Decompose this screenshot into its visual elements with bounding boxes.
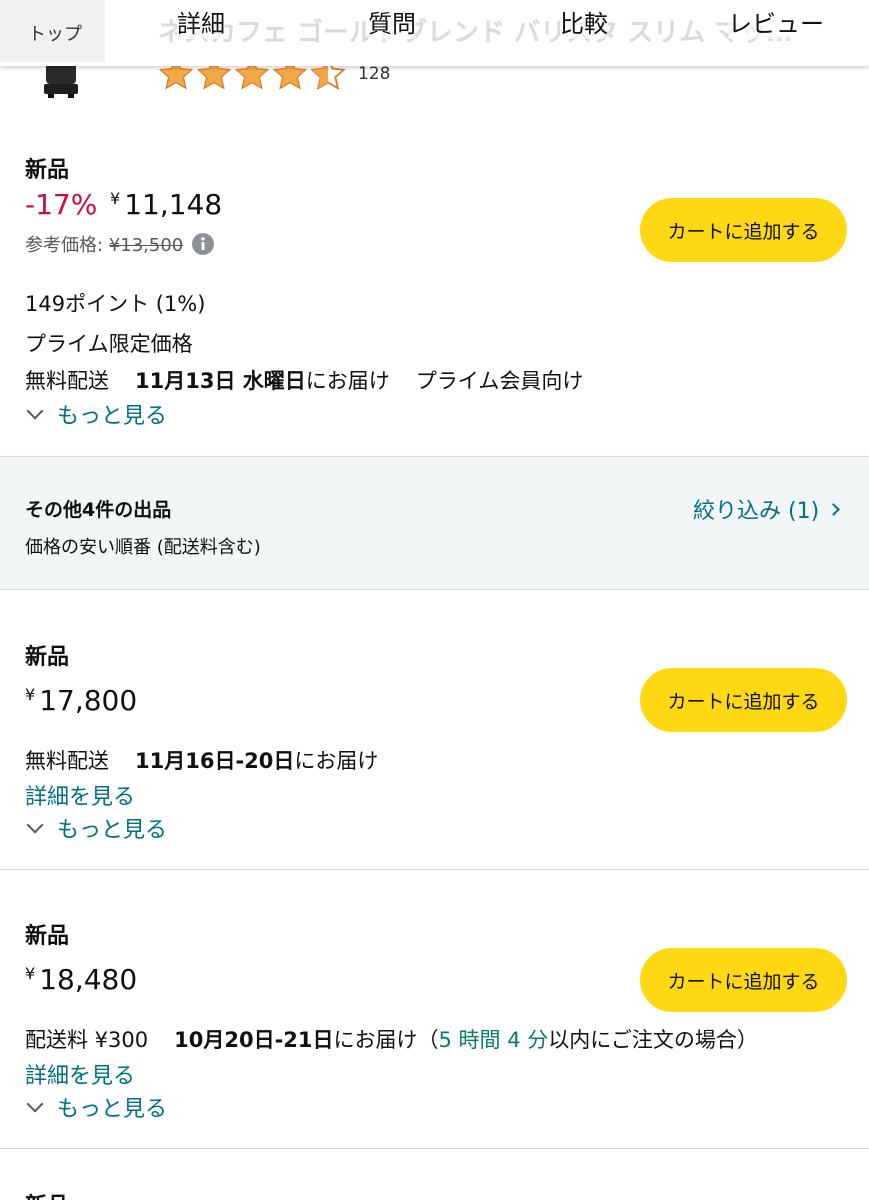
back-to-top-button[interactable]: トップ: [0, 0, 105, 62]
chevron-down-icon: [26, 402, 44, 420]
countdown-suffix: 以内にご注文の場合）: [548, 1028, 758, 1052]
info-icon[interactable]: [191, 232, 215, 256]
prime-price-text: プライム限定価格: [25, 332, 193, 356]
delivery-info: 無料配送 11月16日-20日にお届け: [25, 745, 378, 775]
delivery-suffix: にお届け: [294, 749, 379, 773]
back-to-top-label: トップ: [28, 24, 82, 45]
price: ¥17,800: [25, 684, 137, 717]
reference-price: 参考価格: ¥13,500: [25, 231, 215, 258]
price-value: 17,800: [39, 684, 138, 717]
price-value: 18,480: [39, 963, 138, 996]
sort-description: 価格の安い順番 (配送料含む): [25, 537, 261, 558]
delivery-date: 11月16日-20日: [135, 749, 295, 773]
shipping-text: 無料配送: [25, 749, 109, 773]
chevron-down-icon: [26, 1095, 44, 1113]
add-to-cart-button[interactable]: カートに追加する: [640, 668, 847, 732]
order-countdown: 5 時間 4 分: [438, 1028, 549, 1052]
tab-details[interactable]: 詳細: [177, 4, 225, 39]
show-more-link[interactable]: もっと見る: [25, 398, 167, 430]
divider: [0, 869, 869, 870]
chevron-down-icon: [26, 816, 44, 834]
currency-symbol: ¥: [25, 685, 36, 704]
add-to-cart-button[interactable]: カートに追加する: [640, 948, 847, 1012]
show-more-label: もっと見る: [57, 404, 168, 429]
tab-questions[interactable]: 質問: [368, 4, 416, 39]
show-more-label: もっと見る: [57, 1097, 168, 1122]
shipping-text: 配送料 ¥300: [25, 1028, 149, 1052]
other-sellers-header: その他4件の出品 価格の安い順番 (配送料含む) 絞り込み (1): [0, 456, 869, 590]
delivery-info: 無料配送 11月13日 水曜日にお届け プライム会員向け: [25, 365, 583, 395]
divider: [0, 1148, 869, 1149]
points-text: 149ポイント (1%): [25, 292, 206, 316]
tab-reviews[interactable]: レビュー: [728, 4, 824, 39]
show-more-link[interactable]: もっと見る: [25, 1091, 167, 1123]
tab-compare[interactable]: 比較: [560, 4, 608, 39]
sticky-nav-header: ネスカフェ ゴールドブレンド バリスタ スリム マットブラ… トップ 詳細 質問…: [0, 0, 869, 66]
delivery-date: 10月20日-21日: [174, 1028, 334, 1052]
price: ¥11,148: [110, 188, 222, 221]
delivery-suffix: にお届け（: [333, 1028, 439, 1052]
prime-member-note: プライム会員向け: [415, 369, 584, 393]
condition-label: 新品: [25, 158, 70, 183]
other-sellers-title: その他4件の出品: [25, 499, 172, 521]
rating-count[interactable]: 128: [358, 64, 390, 84]
condition-label: 新品: [25, 1188, 69, 1200]
show-more-link[interactable]: もっと見る: [25, 812, 167, 844]
reference-price-value: ¥13,500: [108, 235, 184, 256]
details-link[interactable]: 詳細を見る: [25, 779, 135, 811]
add-to-cart-button[interactable]: カートに追加する: [640, 198, 847, 262]
filter-label: 絞り込み (1): [693, 499, 820, 524]
filter-link[interactable]: 絞り込み (1): [693, 493, 841, 525]
condition-label: 新品: [25, 645, 70, 670]
chevron-right-icon: [827, 502, 841, 516]
price-value: 11,148: [124, 188, 223, 221]
discount-badge: -17%: [25, 188, 98, 221]
price: ¥18,480: [25, 963, 137, 996]
condition-label: 新品: [25, 924, 70, 949]
delivery-suffix: にお届け: [305, 369, 390, 393]
reference-price-label: 参考価格:: [25, 235, 104, 256]
currency-symbol: ¥: [110, 189, 121, 208]
delivery-date: 11月13日 水曜日: [135, 369, 306, 393]
product-title: ネスカフェ ゴールドブレンド バリスタ スリム マットブラ…: [158, 18, 818, 48]
delivery-info: 配送料 ¥300 10月20日-21日にお届け（5 時間 4 分以内にご注文の場合…: [25, 1024, 758, 1054]
shipping-text: 無料配送: [25, 369, 109, 393]
show-more-label: もっと見る: [57, 818, 168, 843]
chevron-up-icon: [33, 0, 67, 11]
currency-symbol: ¥: [25, 964, 36, 983]
details-link[interactable]: 詳細を見る: [25, 1058, 135, 1090]
